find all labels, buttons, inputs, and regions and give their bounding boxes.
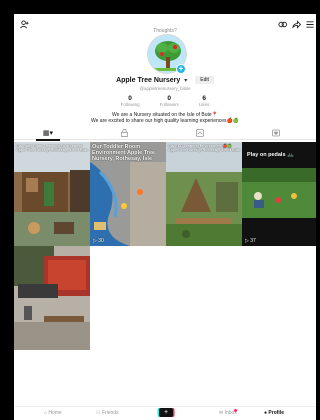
add-avatar-button[interactable]: +	[176, 64, 186, 74]
video-tile[interactable]	[14, 246, 90, 350]
profile-name: Apple Tree Nursery	[116, 76, 181, 84]
stat-likes[interactable]: 6 Likes	[199, 95, 210, 107]
stat-followers[interactable]: 0 Followers	[160, 95, 179, 107]
videos-grid-icon[interactable]: ▦▾	[18, 129, 78, 137]
video-caption: Our Baby Room Learning Environment Apple…	[16, 144, 88, 152]
active-tab-indicator	[36, 139, 60, 141]
profile-bio: We are a Nursery situated on the Isle of…	[14, 112, 316, 124]
create-button[interactable]: +	[159, 408, 173, 417]
bottom-nav: ⌂ Home ⚇ Friends + ✉ Inbox ● Profile	[14, 406, 316, 420]
lock-icon[interactable]	[94, 128, 154, 139]
nav-profile[interactable]: ● Profile	[264, 410, 284, 416]
notification-dot	[234, 409, 237, 412]
nav-home[interactable]: ⌂ Home	[44, 410, 62, 416]
video-caption: Our ELC Learning Environment 🍎🍏 Apple Tr…	[168, 144, 240, 152]
video-caption: Our Toddler Room Environment Apple Tree …	[92, 144, 156, 162]
nav-friends[interactable]: ⚇ Friends	[96, 410, 119, 416]
liked-icon[interactable]	[246, 129, 306, 139]
video-caption: Play on pedals 🚲	[247, 152, 294, 158]
chevron-down-icon[interactable]: ▾	[184, 77, 187, 84]
video-thumbnail	[166, 142, 242, 246]
video-thumbnail	[14, 246, 90, 350]
video-tile[interactable]: Play on pedals 🚲 ▷ 37	[242, 142, 316, 246]
stat-following[interactable]: 0 Following	[121, 95, 140, 107]
view-count: ▷ 37	[245, 238, 256, 244]
view-count: ▷ 30	[93, 238, 104, 244]
video-tile[interactable]: Our Toddler Room Environment Apple Tree …	[90, 142, 166, 246]
profile-stats: 0 Following 0 Followers 6 Likes	[14, 95, 316, 107]
repost-icon[interactable]	[170, 129, 230, 139]
profile-handle: @appletreenursery_bilsle	[139, 86, 191, 91]
video-tile[interactable]: Our ELC Learning Environment 🍎🍏 Apple Tr…	[166, 142, 242, 246]
video-thumbnail	[14, 142, 90, 246]
profile-tabs: ▦▾	[14, 128, 316, 141]
edit-profile-button[interactable]: Edit	[195, 76, 214, 84]
bio-line: We are excited to share our high quality…	[91, 118, 239, 124]
profile-screen: Thoughts? + Apple Tree Nursery ▾ Edit @a…	[14, 14, 316, 420]
video-tile[interactable]: Our Baby Room Learning Environment Apple…	[14, 142, 90, 246]
